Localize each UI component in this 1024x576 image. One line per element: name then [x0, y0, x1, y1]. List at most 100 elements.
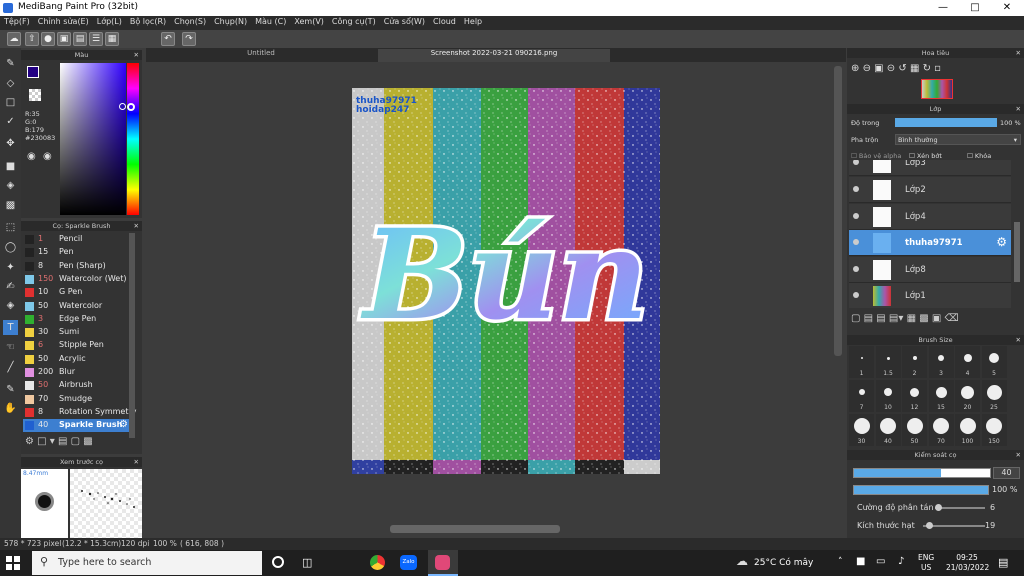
brush-size-value[interactable]: 40 [993, 467, 1020, 479]
brush-size-option[interactable]: 5 [981, 346, 1007, 378]
transparent-swatch[interactable] [29, 89, 41, 101]
task-view-icon[interactable]: ◫ [302, 556, 312, 569]
zoom-in-icon[interactable]: ⊕ [851, 63, 859, 74]
layer-opacity-slider[interactable] [895, 118, 997, 127]
color-picker-icon[interactable]: ◉ [43, 151, 52, 162]
brush-size-option[interactable]: 2 [902, 346, 927, 378]
navigator-thumbnail[interactable] [921, 79, 953, 99]
new-layer-icon[interactable]: ▢ [851, 313, 860, 324]
merge-layer-icon[interactable]: ▣ [932, 313, 941, 324]
gear-icon[interactable]: ⚙ [119, 419, 128, 430]
brush-size-option[interactable]: 7 [849, 380, 874, 412]
new-halftone-layer-icon[interactable]: ▤ [864, 313, 873, 324]
new-mono-layer-icon[interactable]: ▤ [876, 313, 885, 324]
brush-duplicate-icon[interactable]: ▩ [83, 436, 92, 447]
brush-folder-icon[interactable]: ▢ [71, 436, 80, 447]
lasso-tool-icon[interactable]: ◯ [3, 240, 18, 255]
eye-icon[interactable] [853, 266, 859, 272]
zalo-icon[interactable]: Zalo [400, 555, 417, 570]
language-indicator[interactable]: ENG US [918, 553, 934, 573]
menu-layer[interactable]: Lớp(L) [93, 16, 126, 27]
brush-menu-icon[interactable]: ▾ [50, 436, 55, 447]
brush-tool-icon[interactable]: ✎ [3, 56, 18, 71]
hand-tool-icon[interactable]: ✋ [3, 401, 18, 416]
comment-icon[interactable]: ● [41, 32, 55, 46]
brush-size-option[interactable]: 40 [875, 414, 901, 446]
color-cursor[interactable] [119, 103, 126, 110]
document-icon[interactable]: ▤ [73, 32, 87, 46]
canvas-vscroll[interactable] [834, 66, 842, 356]
brush-size-option[interactable]: 70 [928, 414, 954, 446]
zoom-reset-icon[interactable]: ⊝ [887, 63, 895, 74]
main-color-swatch[interactable] [27, 66, 39, 78]
layer-scrollbar[interactable] [1014, 222, 1020, 282]
protect-alpha-checkbox[interactable]: ☐ Bảo vệ alpha [851, 152, 901, 160]
brush-size-option[interactable]: 25 [981, 380, 1007, 412]
undo-icon[interactable]: ↶ [161, 32, 175, 46]
cloud-icon[interactable]: ☁ [7, 32, 21, 46]
medibang-taskbar-button[interactable] [428, 550, 458, 576]
clip-checkbox[interactable]: ☐ Xén bớt [909, 152, 942, 160]
brush-item[interactable]: 40 Sparkle Brush ⚙ [23, 419, 129, 433]
fit-icon[interactable]: ▣ [874, 63, 883, 74]
brush-opacity-slider[interactable] [853, 485, 989, 495]
canvas-hscroll[interactable] [390, 525, 560, 533]
gradient-tool-icon[interactable]: ▩ [3, 198, 18, 213]
particle-size-slider[interactable] [923, 522, 985, 529]
copy-brush-icon[interactable]: □ [37, 436, 46, 447]
cortana-icon[interactable] [272, 556, 284, 568]
move-tool-icon[interactable]: ✥ [3, 136, 18, 151]
eye-icon[interactable] [853, 213, 859, 219]
select-pen-tool-icon[interactable]: ✍ [3, 279, 18, 294]
taskbar-search-box[interactable]: ⚲ Type here to search [32, 551, 262, 575]
menu-help[interactable]: Help [460, 16, 486, 27]
upload-icon[interactable]: ⇧ [25, 32, 39, 46]
brush-size-option[interactable]: 10 [875, 380, 901, 412]
tab-untitled[interactable]: Untitled [146, 49, 376, 62]
minimize-button[interactable]: — [927, 0, 959, 16]
notifications-icon[interactable]: ▤ [998, 556, 1008, 569]
flip-icon[interactable]: ▦ [910, 63, 919, 74]
layer-row-selected[interactable]: thuha97971 ⚙ [849, 230, 1011, 256]
add-layer-menu-icon[interactable]: ▤▾ [889, 313, 903, 324]
menu-filter[interactable]: Bộ lọc(R) [126, 16, 170, 27]
eyedropper-tool-icon[interactable]: ✎ [3, 382, 18, 397]
layer-row[interactable]: Lớp1 [849, 283, 1011, 308]
network-icon[interactable]: ■ [856, 556, 865, 567]
brush-size-option[interactable]: 1 [849, 346, 874, 378]
brush-size-option[interactable]: 1.5 [875, 346, 901, 378]
brush-size-option[interactable]: 15 [928, 380, 954, 412]
windows-start-icon[interactable] [6, 556, 20, 570]
battery-icon[interactable]: ▭ [876, 556, 885, 567]
duplicate-layer-icon[interactable]: ▩ [919, 313, 928, 324]
select-eraser-tool-icon[interactable]: ◈ [3, 298, 18, 313]
menu-tools[interactable]: Công cụ(T) [328, 16, 380, 27]
grid-icon[interactable]: ▦ [105, 32, 119, 46]
text-tool-icon[interactable]: T [3, 320, 18, 335]
eye-icon[interactable] [853, 160, 859, 165]
volume-icon[interactable]: ♪ [898, 556, 904, 567]
zoom-out-icon[interactable]: ⊖ [863, 63, 871, 74]
close-button[interactable]: ✕ [991, 0, 1023, 16]
brush-size-option[interactable]: 150 [981, 414, 1007, 446]
clock[interactable]: 09:25 21/03/2022 [946, 553, 989, 573]
tab-screenshot[interactable]: Screenshot 2022-03-21 090216.png [378, 49, 610, 62]
maximize-button[interactable]: □ [959, 0, 991, 16]
tray-chevron-icon[interactable]: ˄ [838, 557, 843, 567]
scatter-slider[interactable] [935, 504, 985, 511]
rotate-left-icon[interactable]: ↺ [898, 63, 906, 74]
eraser-tool-icon[interactable]: ◇ [3, 76, 18, 91]
delete-layer-icon[interactable]: ⌫ [945, 313, 959, 324]
eye-icon[interactable] [853, 239, 859, 245]
menu-color[interactable]: Màu (C) [251, 16, 290, 27]
lock-checkbox[interactable]: ☐ Khóa [967, 152, 991, 160]
hue-slider[interactable] [127, 63, 139, 215]
folder-icon[interactable]: ▦ [907, 313, 916, 324]
eye-icon[interactable] [853, 186, 859, 192]
brush-size-option[interactable]: 50 [902, 414, 927, 446]
brush-size-option[interactable]: 3 [928, 346, 954, 378]
reset-view-icon[interactable]: ▫ [934, 63, 941, 74]
add-brush-icon[interactable]: ⚙ [25, 436, 34, 447]
select-tool-icon[interactable]: ⬚ [3, 220, 18, 235]
brush-size-option[interactable]: 30 [849, 414, 874, 446]
